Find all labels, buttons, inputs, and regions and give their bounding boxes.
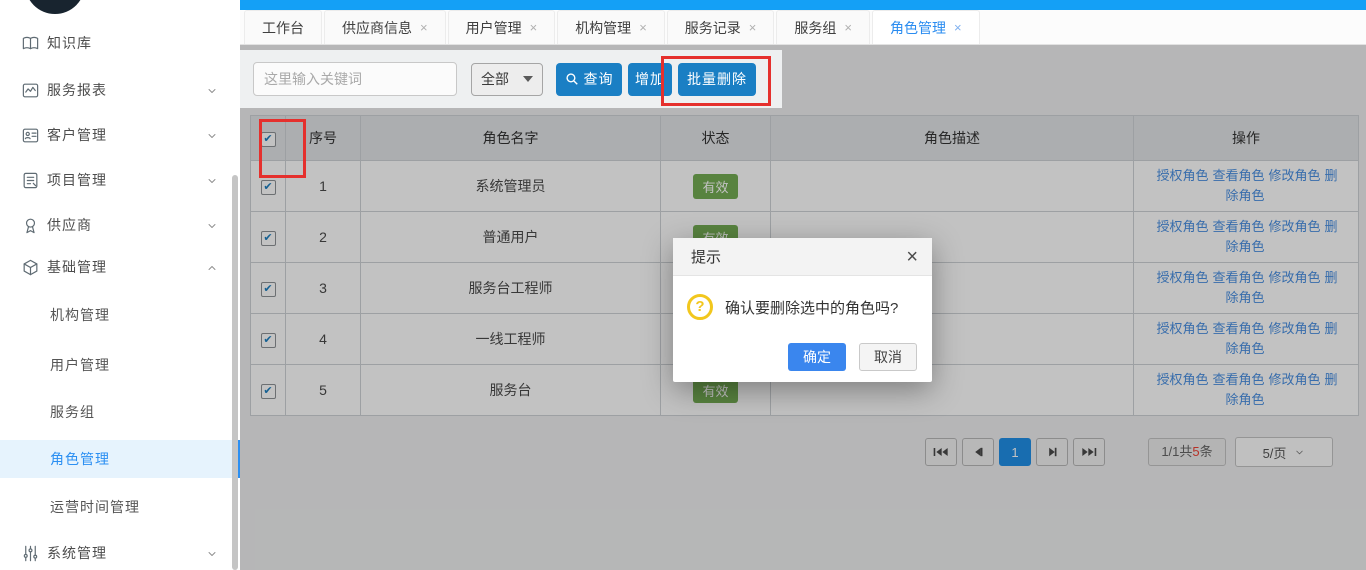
- book-icon: [20, 33, 40, 53]
- cancel-button[interactable]: 取消: [859, 343, 917, 371]
- sidebar-scrollbar[interactable]: [232, 175, 238, 570]
- tab-label: 机构管理: [575, 18, 631, 38]
- chevron-down-icon: [206, 547, 218, 559]
- sidebar-item-label: 客户管理: [47, 125, 107, 145]
- sidebar-item-service-report[interactable]: 服务报表: [0, 71, 240, 109]
- question-mark-icon: ?: [687, 294, 713, 320]
- tab-label: 服务记录: [685, 18, 741, 38]
- tab-service-record[interactable]: 服务记录 ×: [667, 10, 775, 44]
- sidebar: 知识库 服务报表 客户管理 项目管理: [0, 0, 240, 570]
- sidebar-subitem-org-mgmt[interactable]: 机构管理: [0, 296, 240, 334]
- toolbar: 全部 查询 增加 批量删除: [240, 50, 782, 108]
- search-input[interactable]: [253, 62, 457, 96]
- sidebar-subitem-label: 服务组: [50, 402, 95, 422]
- modal-overlay: [782, 45, 1366, 108]
- sidebar-subitem-label: 角色管理: [50, 449, 110, 469]
- sidebar-item-label: 项目管理: [47, 170, 107, 190]
- sidebar-item-system-mgmt[interactable]: 系统管理: [0, 534, 240, 570]
- sidebar-item-label: 服务报表: [47, 80, 107, 100]
- cube-icon: [20, 257, 40, 277]
- sidebar-item-label: 基础管理: [47, 257, 107, 277]
- app-logo: [25, 0, 85, 14]
- dialog-body: ? 确认要删除选中的角色吗?: [673, 276, 932, 320]
- tab-bar: 工作台 供应商信息 × 用户管理 × 机构管理 × 服务记录 × 服务组 ×: [240, 10, 1366, 45]
- dialog-message: 确认要删除选中的角色吗?: [725, 297, 898, 318]
- tab-label: 供应商信息: [342, 18, 412, 38]
- sidebar-subitem-role-mgmt[interactable]: 角色管理: [0, 440, 240, 478]
- main-area: 工作台 供应商信息 × 用户管理 × 机构管理 × 服务记录 × 服务组 ×: [240, 0, 1366, 570]
- tab-service-group[interactable]: 服务组 ×: [776, 10, 870, 44]
- close-icon[interactable]: ×: [530, 20, 538, 35]
- sidebar-item-label: 知识库: [47, 33, 92, 53]
- close-icon[interactable]: ×: [420, 20, 428, 35]
- tab-supplier-info[interactable]: 供应商信息 ×: [324, 10, 446, 44]
- tab-user-mgmt[interactable]: 用户管理 ×: [448, 10, 556, 44]
- sidebar-subitem-label: 运营时间管理: [50, 497, 140, 517]
- tab-label: 工作台: [262, 18, 304, 38]
- add-button[interactable]: 增加: [628, 63, 672, 96]
- sidebar-subitem-label: 用户管理: [50, 355, 110, 375]
- sidebar-item-knowledge-base[interactable]: 知识库: [0, 24, 240, 62]
- tab-role-mgmt[interactable]: 角色管理 ×: [872, 10, 980, 44]
- search-button[interactable]: 查询: [556, 63, 622, 96]
- tab-workbench[interactable]: 工作台: [244, 10, 322, 44]
- confirm-button[interactable]: 确定: [788, 343, 846, 371]
- project-doc-icon: [20, 170, 40, 190]
- sliders-icon: [20, 543, 40, 563]
- sidebar-subitem-label: 机构管理: [50, 305, 110, 325]
- add-button-label: 增加: [635, 69, 665, 89]
- supplier-medal-icon: [20, 215, 40, 235]
- tab-org-mgmt[interactable]: 机构管理 ×: [557, 10, 665, 44]
- chevron-down-icon: [523, 76, 533, 82]
- dialog-title: 提示: [691, 246, 721, 267]
- batch-delete-button-label: 批量删除: [687, 69, 747, 89]
- sidebar-subitem-operating-time-mgmt[interactable]: 运营时间管理: [0, 488, 240, 526]
- sidebar-item-supplier[interactable]: 供应商: [0, 206, 240, 244]
- tab-label: 服务组: [794, 18, 836, 38]
- filter-select[interactable]: 全部: [471, 63, 543, 96]
- search-button-label: 查询: [584, 69, 614, 89]
- dialog-footer: 确定 取消: [788, 343, 917, 371]
- report-chart-icon: [20, 80, 40, 100]
- batch-delete-button[interactable]: 批量删除: [678, 63, 756, 96]
- chevron-down-icon: [206, 219, 218, 231]
- sidebar-subitem-service-group[interactable]: 服务组: [0, 393, 240, 431]
- customer-card-icon: [20, 125, 40, 145]
- close-icon[interactable]: ×: [844, 20, 852, 35]
- sidebar-item-label: 供应商: [47, 215, 92, 235]
- tab-label: 用户管理: [466, 18, 522, 38]
- chevron-down-icon: [206, 174, 218, 186]
- sidebar-item-project-mgmt[interactable]: 项目管理: [0, 161, 240, 199]
- tab-label: 角色管理: [890, 18, 946, 38]
- close-icon[interactable]: ×: [906, 247, 918, 267]
- dialog-header: 提示 ×: [673, 238, 932, 276]
- modal-overlay: [240, 45, 782, 50]
- close-icon[interactable]: ×: [954, 20, 962, 35]
- sidebar-item-basic-mgmt[interactable]: 基础管理: [0, 248, 240, 286]
- top-accent-bar: [240, 0, 1366, 10]
- search-icon: [565, 72, 579, 86]
- sidebar-item-customer-mgmt[interactable]: 客户管理: [0, 116, 240, 154]
- close-icon[interactable]: ×: [749, 20, 757, 35]
- confirm-dialog: 提示 × ? 确认要删除选中的角色吗? 确定 取消: [673, 238, 932, 382]
- app-screen: 知识库 服务报表 客户管理 项目管理: [0, 0, 1366, 570]
- chevron-up-icon: [206, 261, 218, 273]
- close-icon[interactable]: ×: [639, 20, 647, 35]
- chevron-down-icon: [206, 84, 218, 96]
- chevron-down-icon: [206, 129, 218, 141]
- filter-select-value: 全部: [481, 69, 509, 89]
- sidebar-subitem-user-mgmt[interactable]: 用户管理: [0, 346, 240, 384]
- sidebar-item-label: 系统管理: [47, 543, 107, 563]
